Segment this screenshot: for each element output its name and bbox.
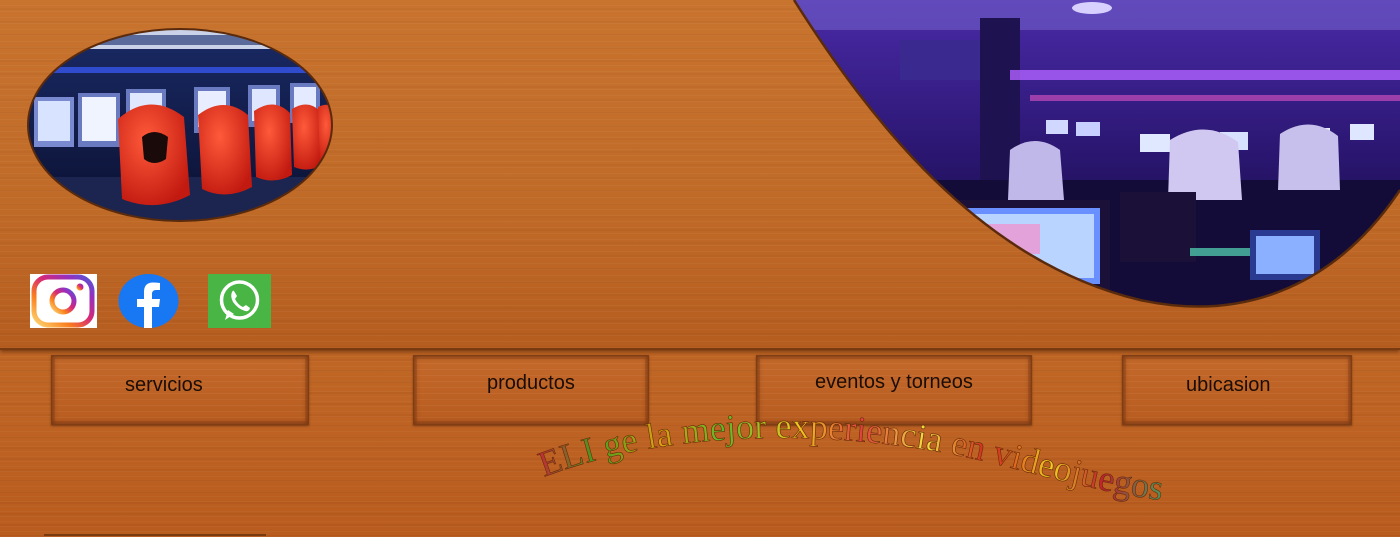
facebook-icon (118, 274, 179, 328)
tagline-curved-text: ELI ge la mejor experiencia en videojueg… (533, 406, 1166, 509)
nav-productos-label: productos (487, 372, 575, 394)
arcade-oval-photo (27, 28, 333, 222)
nav-servicios-button[interactable]: servicios (51, 355, 309, 425)
nav-servicios-label: servicios (125, 374, 203, 396)
bottom-divider (44, 534, 266, 536)
nav-eventos-label: eventos y torneos (815, 371, 973, 393)
header-panel (0, 0, 1400, 350)
instagram-link[interactable] (30, 274, 97, 328)
whatsapp-icon (208, 274, 271, 328)
facebook-link[interactable] (118, 274, 179, 328)
gaming-room-photo (792, 0, 1400, 308)
svg-text:ELI ge la mejor experiencia en: ELI ge la mejor experiencia en videojueg… (533, 406, 1166, 508)
whatsapp-link[interactable] (208, 274, 271, 328)
tagline-text: ELI ge la mejor experiencia en videojueg… (533, 406, 1166, 509)
instagram-icon (30, 274, 97, 328)
nav-ubicasion-label: ubicasion (1186, 374, 1271, 396)
